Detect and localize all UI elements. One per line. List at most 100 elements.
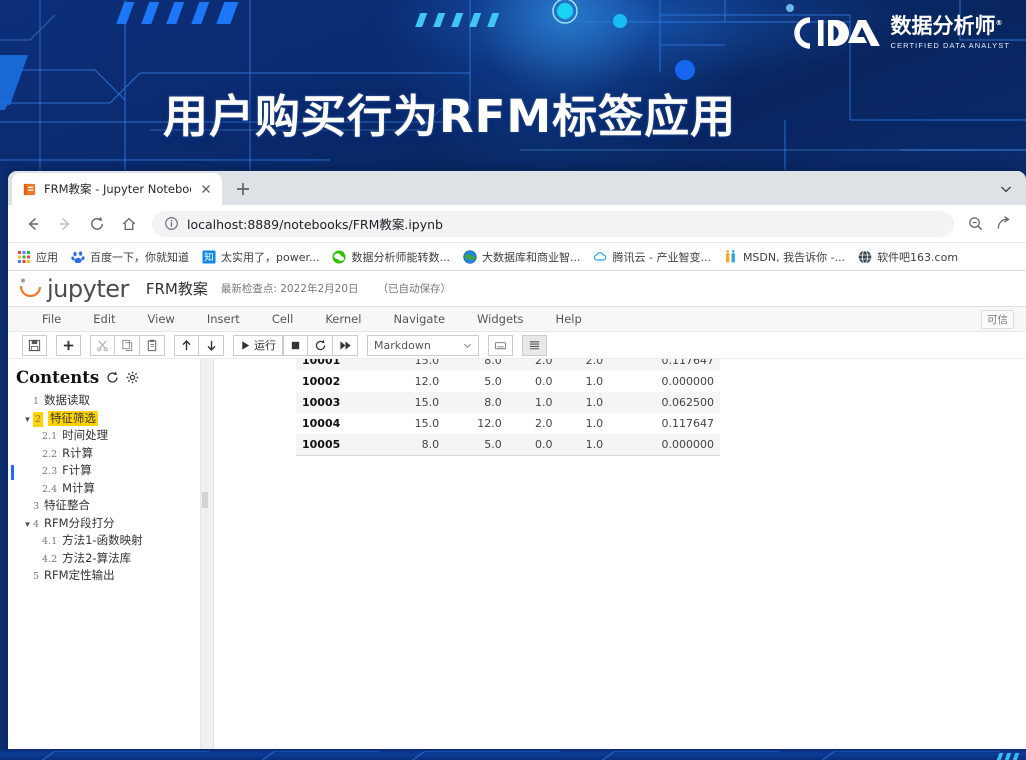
svg-text:知: 知: [204, 251, 214, 263]
fast-forward-icon[interactable]: [333, 334, 358, 356]
browser-navigation-bar: localhost:8889/notebooks/FRM教案.ipynb: [8, 205, 1026, 243]
list-icon[interactable]: [522, 334, 547, 356]
cell-c4: 1.0: [585, 438, 604, 451]
jupyter-header: jupyter FRM教案 最新检查点: 2022年2月20日 （已自动保存）: [8, 271, 1026, 307]
table-of-contents-panel: Contents 1 数据读取 ▼ 2 特征筛选 2.1 时间处理 2.2 R计…: [8, 359, 201, 749]
menu-insert[interactable]: Insert: [191, 312, 256, 326]
toc-number: 4.2: [42, 553, 58, 565]
menu-view[interactable]: View: [132, 312, 191, 326]
zoom-out-icon[interactable]: [962, 211, 988, 237]
reload-icon[interactable]: [82, 209, 112, 239]
toc-item[interactable]: 1 数据读取: [16, 393, 200, 410]
bookmark-item[interactable]: 百度一下，你就知道: [71, 249, 189, 265]
cell-index: 10004: [302, 417, 341, 430]
save-icon[interactable]: [22, 334, 47, 356]
toc-number: 2.2: [42, 448, 58, 460]
toc-label: M计算: [62, 480, 96, 495]
cell-index: 10003: [302, 396, 341, 409]
bookmark-item[interactable]: MSDN, 我告诉你 -...: [724, 249, 845, 265]
browser-tab[interactable]: FRM教案 - Jupyter Notebook: [12, 173, 222, 205]
copy-icon[interactable]: [115, 334, 140, 356]
arrow-down-icon[interactable]: [199, 334, 224, 356]
cell-c5: 0.117647: [661, 359, 715, 367]
toc-item[interactable]: 2.3 F计算: [16, 463, 200, 480]
scissors-icon[interactable]: [90, 334, 115, 356]
menu-edit[interactable]: Edit: [77, 312, 131, 326]
toc-item[interactable]: 4.1 方法1-函数映射: [16, 533, 200, 550]
refresh-icon[interactable]: [106, 371, 119, 384]
home-icon[interactable]: [114, 209, 144, 239]
bookmark-item[interactable]: 腾讯云 - 产业智变...: [593, 249, 711, 265]
gear-icon[interactable]: [126, 371, 139, 384]
toc-label: F计算: [62, 463, 92, 477]
info-circle-icon[interactable]: [164, 216, 179, 231]
menu-navigate[interactable]: Navigate: [377, 312, 461, 326]
bookmark-item[interactable]: 软件吧163.com: [858, 249, 958, 265]
menu-help[interactable]: Help: [540, 312, 598, 326]
trusted-badge[interactable]: 可信: [981, 310, 1014, 329]
stop-square-icon[interactable]: [283, 334, 308, 356]
bottom-circuit-graphics: [41, 750, 1020, 760]
back-arrow-icon[interactable]: [18, 209, 48, 239]
menu-cell[interactable]: Cell: [256, 312, 310, 326]
msdn-icon: [725, 249, 735, 262]
cell-c3: 2.0: [534, 417, 553, 430]
notebook-name[interactable]: FRM教案: [146, 278, 208, 299]
cell-c3: 0.0: [534, 438, 553, 451]
share-icon[interactable]: [990, 211, 1016, 237]
forward-arrow-icon[interactable]: [50, 209, 80, 239]
jupyter-logo[interactable]: jupyter: [18, 275, 129, 303]
bookmark-item[interactable]: 数据分析师能转数...: [332, 249, 450, 265]
menu-kernel[interactable]: Kernel: [309, 312, 377, 326]
globe-icon: [463, 249, 477, 264]
cell-c5: 0.117647: [661, 417, 715, 430]
bookmark-label: 太实用了，power...: [221, 250, 320, 264]
address-bar[interactable]: localhost:8889/notebooks/FRM教案.ipynb: [152, 210, 954, 237]
cell-type-select[interactable]: Markdown: [367, 334, 479, 356]
cell-c5: 0.000000: [661, 375, 715, 388]
run-cell-button[interactable]: 运行: [233, 334, 283, 356]
jupyter-wordmark: jupyter: [47, 274, 129, 303]
plus-icon[interactable]: [56, 334, 81, 356]
chevron-down-icon[interactable]: [998, 181, 1014, 197]
new-tab-button[interactable]: [229, 175, 257, 203]
toc-item[interactable]: 4.2 方法2-算法库: [16, 551, 200, 568]
arrow-up-icon[interactable]: [174, 334, 199, 356]
browser-tab-strip: FRM教案 - Jupyter Notebook: [8, 171, 1026, 205]
bookmark-item[interactable]: 大数据库和商业智...: [463, 249, 581, 265]
menu-widgets[interactable]: Widgets: [461, 312, 540, 326]
contents-title: Contents: [16, 368, 100, 387]
paste-icon[interactable]: [140, 334, 165, 356]
menu-file[interactable]: File: [26, 312, 77, 326]
toc-number: 4.1: [42, 536, 58, 547]
sidebar-resizer[interactable]: [201, 359, 214, 749]
close-icon[interactable]: [198, 181, 214, 197]
restart-icon[interactable]: [308, 334, 333, 356]
toc-caret[interactable]: ▼: [22, 517, 33, 533]
toc-label: RFM定性输出: [44, 568, 115, 582]
cell-c5: 0.000000: [661, 438, 715, 451]
bookmark-item[interactable]: 应用: [17, 249, 58, 265]
bookmark-item[interactable]: 知 太实用了，power...: [202, 249, 319, 265]
toc-item[interactable]: 2.2 R计算: [16, 446, 200, 463]
toc-number: 2.4: [42, 483, 58, 495]
toc-label: 方法2-算法库: [62, 550, 132, 565]
toc-item[interactable]: 2.1 时间处理: [16, 428, 200, 445]
bookmark-label: MSDN, 我告诉你 -...: [742, 250, 846, 264]
toc-item[interactable]: ▼ 4 RFM分段打分: [16, 516, 200, 533]
toc-item[interactable]: 3 特征整合: [16, 498, 200, 515]
cell-c3: 1.0: [534, 396, 553, 409]
toc-item[interactable]: ▼ 2 特征筛选: [16, 410, 200, 428]
notebook-body: Contents 1 数据读取 ▼ 2 特征筛选 2.1 时间处理 2.2 R计…: [8, 359, 1026, 749]
sidebar-scroll-thumb[interactable]: [202, 492, 208, 508]
toc-item[interactable]: 5 RFM定性输出: [16, 568, 200, 585]
toc-caret[interactable]: ▼: [22, 412, 33, 428]
cell-c2: 8.0: [484, 359, 502, 367]
notebook-content: cumid 10001 15.0 8.0 2.0 2.0 0.117647: [214, 359, 1026, 749]
toc-item-active[interactable]: 2.4 M计算: [16, 481, 200, 498]
keyboard-icon[interactable]: [488, 334, 513, 356]
bookmark-label: 大数据库和商业智...: [481, 250, 581, 264]
toc-number: 2.1: [42, 431, 58, 442]
logo-cn-text: 数据分析师: [890, 14, 996, 38]
table-row: 10005 8.0 5.0 0.0 1.0 0.000000: [296, 434, 720, 455]
